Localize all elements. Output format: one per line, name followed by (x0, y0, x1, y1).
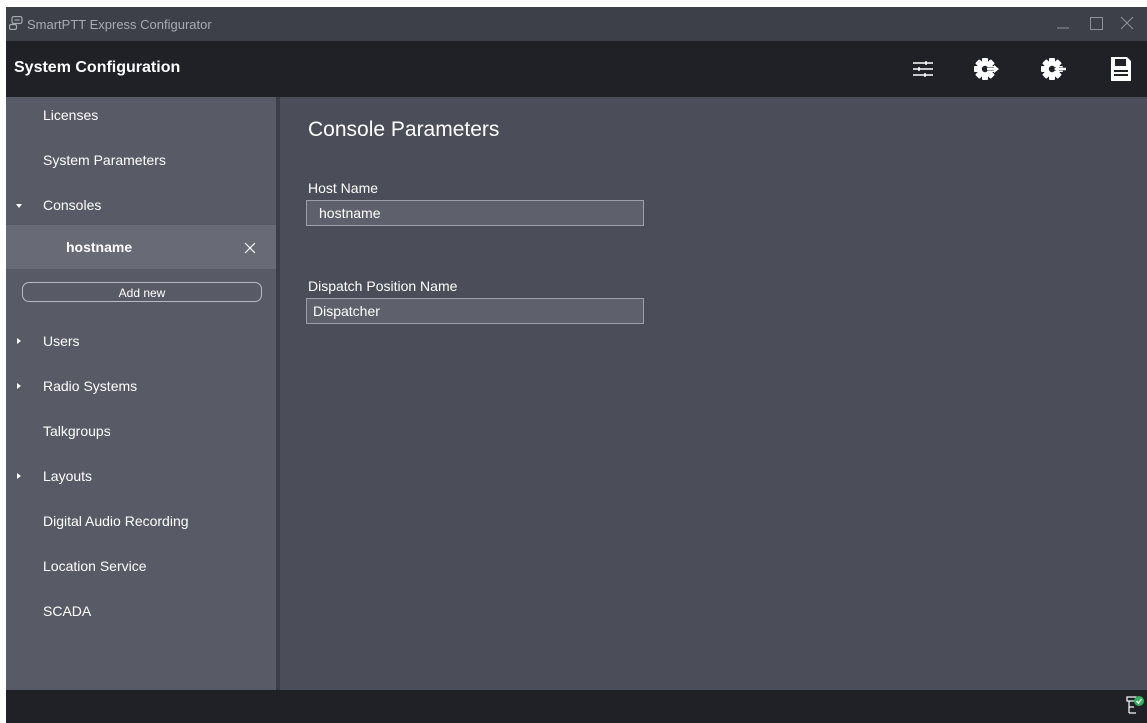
sidebar-item-licenses[interactable]: Licenses (6, 104, 276, 128)
sidebar-item-scada[interactable]: SCADA (6, 600, 276, 624)
maximize-button[interactable] (1089, 15, 1105, 36)
sidebar-divider (276, 97, 280, 690)
host-name-input[interactable] (306, 200, 644, 226)
section-title: Console Parameters (308, 118, 500, 141)
sidebar-item-layouts[interactable]: Layouts (6, 465, 276, 489)
sidebar-item-users[interactable]: Users (6, 330, 276, 354)
minimize-button[interactable] (1055, 15, 1071, 36)
export-button[interactable] (969, 53, 1005, 85)
sidebar-item-location-service[interactable]: Location Service (6, 555, 276, 579)
import-gear-icon (1041, 58, 1066, 80)
save-button[interactable] (1103, 53, 1139, 85)
sidebar-item-system-parameters[interactable]: System Parameters (6, 149, 276, 173)
sidebar-item-consoles[interactable]: Consoles (6, 194, 276, 218)
import-button[interactable] (1036, 53, 1072, 85)
app-logo-icon (8, 15, 23, 35)
sidebar-item-digital-audio-recording[interactable]: Digital Audio Recording (6, 510, 276, 534)
caret-right-icon (17, 338, 21, 344)
filters-button[interactable] (905, 53, 941, 85)
caret-right-icon (17, 473, 21, 479)
sidebar-item-radio-systems[interactable]: Radio Systems (6, 375, 276, 399)
sidebar: Licenses System Parameters Consoles host… (6, 97, 276, 690)
add-new-button[interactable]: Add new (22, 282, 262, 302)
close-window-button[interactable] (1119, 15, 1135, 36)
page-title: System Configuration (14, 59, 181, 76)
app-window: SmartPTT Express Configurator System Con… (6, 7, 1147, 723)
connection-status-icon[interactable] (1125, 694, 1145, 723)
save-icon (1111, 57, 1131, 81)
sidebar-subitem-console[interactable]: hostname (6, 225, 276, 269)
header-toolbar: System Configuration (6, 41, 1147, 97)
dispatch-position-input[interactable] (306, 298, 644, 324)
caret-down-icon (16, 204, 22, 208)
title-bar: SmartPTT Express Configurator (6, 7, 1147, 41)
remove-console-icon[interactable] (244, 241, 256, 259)
sidebar-item-talkgroups[interactable]: Talkgroups (6, 420, 276, 444)
dispatch-position-label: Dispatch Position Name (308, 278, 458, 294)
host-name-label: Host Name (308, 180, 379, 196)
status-bar (6, 690, 1147, 723)
caret-right-icon (17, 383, 21, 389)
export-gear-icon (974, 58, 999, 80)
filters-icon (913, 61, 933, 77)
app-title: SmartPTT Express Configurator (27, 17, 212, 32)
